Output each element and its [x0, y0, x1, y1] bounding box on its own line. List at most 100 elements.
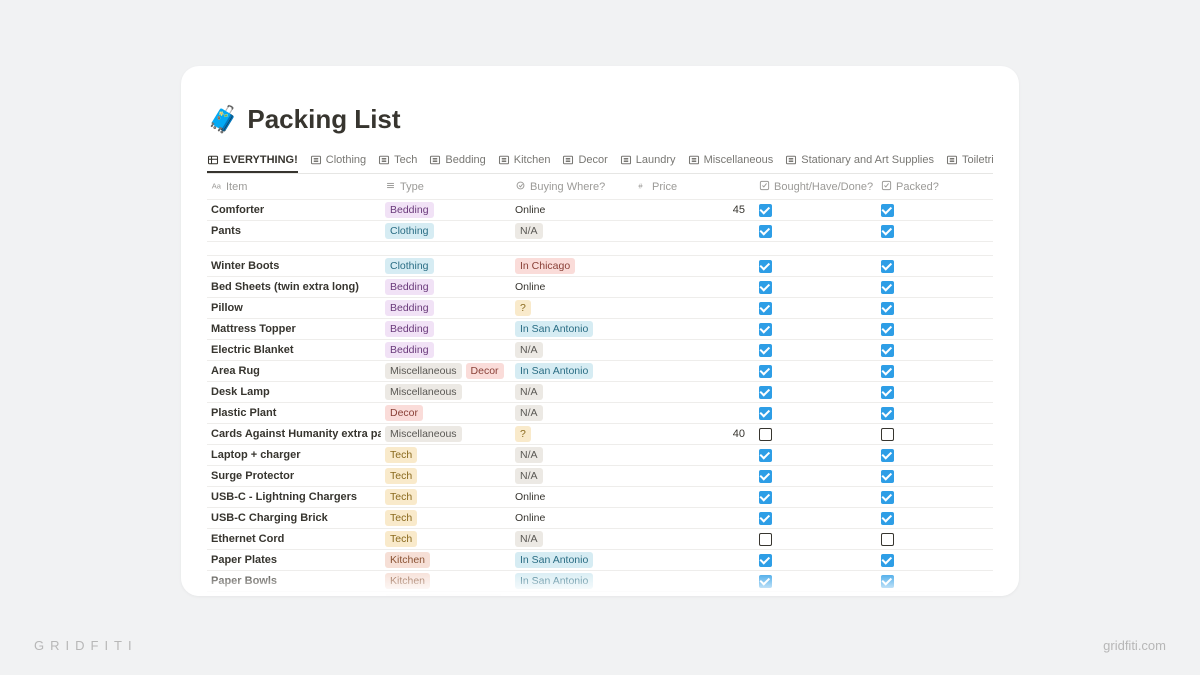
packed-checkbox[interactable]: [881, 204, 894, 217]
bought-checkbox[interactable]: [759, 407, 772, 420]
column-header-type[interactable]: Type: [381, 180, 511, 194]
bought-checkbox[interactable]: [759, 428, 772, 441]
column-header-price[interactable]: #Price: [633, 180, 755, 194]
cell-item: USB-C Charging Brick: [207, 512, 381, 524]
tab-tech[interactable]: Tech: [378, 149, 417, 173]
tab-kitchen[interactable]: Kitchen: [498, 149, 551, 173]
tab-bedding[interactable]: Bedding: [429, 149, 485, 173]
table-row[interactable]: ComforterBeddingOnline45: [207, 200, 993, 221]
table-row[interactable]: Surge ProtectorTechN/A: [207, 466, 993, 487]
bought-checkbox[interactable]: [759, 575, 772, 588]
cell-type: Tech: [381, 510, 511, 526]
table-row[interactable]: Leuchtturm 1917 A5 notebookStationary/Ar…: [207, 592, 993, 596]
cell-item: Paper Plates: [207, 554, 381, 566]
packed-checkbox[interactable]: [881, 407, 894, 420]
tab-miscellaneous[interactable]: Miscellaneous: [688, 149, 774, 173]
type-tag: Miscellaneous: [385, 384, 462, 400]
bought-checkbox[interactable]: [759, 344, 772, 357]
table-row[interactable]: Cards Against Humanity extra packMiscell…: [207, 424, 993, 445]
cell-bought: [755, 204, 877, 217]
where-tag: Online: [515, 280, 545, 294]
watermark-right: gridfiti.com: [1103, 638, 1166, 653]
bought-checkbox[interactable]: [759, 386, 772, 399]
bought-checkbox[interactable]: [759, 470, 772, 483]
packed-checkbox[interactable]: [881, 260, 894, 273]
table-row[interactable]: Mattress TopperBeddingIn San Antonio: [207, 319, 993, 340]
bought-checkbox[interactable]: [759, 323, 772, 336]
packed-checkbox[interactable]: [881, 281, 894, 294]
table-row[interactable]: PantsClothingN/A: [207, 221, 993, 242]
packed-checkbox[interactable]: [881, 225, 894, 238]
tab-laundry[interactable]: Laundry: [620, 149, 676, 173]
column-header-buying-where-[interactable]: Buying Where?: [511, 180, 633, 194]
packed-checkbox[interactable]: [881, 449, 894, 462]
table-row[interactable]: PillowBedding?: [207, 298, 993, 319]
packed-checkbox[interactable]: [881, 302, 894, 315]
table-row[interactable]: Plastic PlantDecorN/A: [207, 403, 993, 424]
cell-type: Clothing: [381, 223, 511, 239]
cell-where: N/A: [511, 447, 633, 463]
table-row[interactable]: Desk LampMiscellaneousN/A: [207, 382, 993, 403]
table-row[interactable]: USB-C Charging BrickTech Online: [207, 508, 993, 529]
bought-checkbox[interactable]: [759, 596, 772, 597]
packed-checkbox[interactable]: [881, 491, 894, 504]
packed-checkbox[interactable]: [881, 554, 894, 567]
table-row[interactable]: Laptop + chargerTechN/A: [207, 445, 993, 466]
cell-bought: [755, 225, 877, 238]
cell-packed: [877, 428, 987, 441]
cell-type: Tech: [381, 447, 511, 463]
bought-checkbox[interactable]: [759, 365, 772, 378]
packed-checkbox[interactable]: [881, 512, 894, 525]
column-header-packed-[interactable]: Packed?: [877, 180, 987, 194]
table-row[interactable]: Ethernet CordTechN/A: [207, 529, 993, 550]
tab-clothing[interactable]: Clothing: [310, 149, 366, 173]
tab-everything-[interactable]: EVERYTHING!: [207, 149, 298, 173]
cell-where: Online: [511, 280, 633, 294]
type-tag: Tech: [385, 468, 417, 484]
packed-checkbox[interactable]: [881, 386, 894, 399]
packed-checkbox[interactable]: [881, 575, 894, 588]
cell-type: Tech: [381, 531, 511, 547]
packed-checkbox[interactable]: [881, 365, 894, 378]
list-icon: [562, 154, 574, 166]
cell-packed: [877, 512, 987, 525]
where-tag: In San Antonio: [515, 573, 593, 589]
table-row[interactable]: USB-C - Lightning ChargersTechOnline: [207, 487, 993, 508]
where-tag: ?: [515, 300, 531, 316]
select-icon: [515, 180, 526, 194]
table-row[interactable]: Electric BlanketBeddingN/A: [207, 340, 993, 361]
cell-item: Bed Sheets (twin extra long): [207, 281, 381, 293]
type-tag: Tech: [385, 489, 417, 505]
bought-checkbox[interactable]: [759, 554, 772, 567]
packed-checkbox[interactable]: [881, 596, 894, 597]
bought-checkbox[interactable]: [759, 491, 772, 504]
where-tag: Online: [515, 511, 545, 525]
column-header-bought-have-done-[interactable]: Bought/Have/Done?: [755, 180, 877, 194]
cell-type: Kitchen: [381, 552, 511, 568]
packed-checkbox[interactable]: [881, 428, 894, 441]
table-row[interactable]: Paper PlatesKitchenIn San Antonio: [207, 550, 993, 571]
bought-checkbox[interactable]: [759, 204, 772, 217]
packed-checkbox[interactable]: [881, 533, 894, 546]
column-header-item[interactable]: AaItem: [207, 180, 381, 194]
bought-checkbox[interactable]: [759, 225, 772, 238]
table-row[interactable]: Paper BowlsKitchenIn San Antonio: [207, 571, 993, 592]
bought-checkbox[interactable]: [759, 533, 772, 546]
table-row[interactable]: Area RugMiscellaneousDecorIn San Antonio: [207, 361, 993, 382]
tab-decor[interactable]: Decor: [562, 149, 607, 173]
table-row[interactable]: Bed Sheets (twin extra long)BeddingOnlin…: [207, 277, 993, 298]
bought-checkbox[interactable]: [759, 260, 772, 273]
cell-item: Laptop + charger: [207, 449, 381, 461]
packed-checkbox[interactable]: [881, 470, 894, 483]
tab-toiletries[interactable]: Toiletries: [946, 149, 993, 173]
cell-packed: [877, 225, 987, 238]
tab-label: Kitchen: [514, 154, 551, 166]
tab-stationary-and-art-supplies[interactable]: Stationary and Art Supplies: [785, 149, 934, 173]
bought-checkbox[interactable]: [759, 449, 772, 462]
packed-checkbox[interactable]: [881, 344, 894, 357]
bought-checkbox[interactable]: [759, 302, 772, 315]
bought-checkbox[interactable]: [759, 512, 772, 525]
bought-checkbox[interactable]: [759, 281, 772, 294]
packed-checkbox[interactable]: [881, 323, 894, 336]
table-row[interactable]: Winter BootsClothingIn Chicago: [207, 256, 993, 277]
